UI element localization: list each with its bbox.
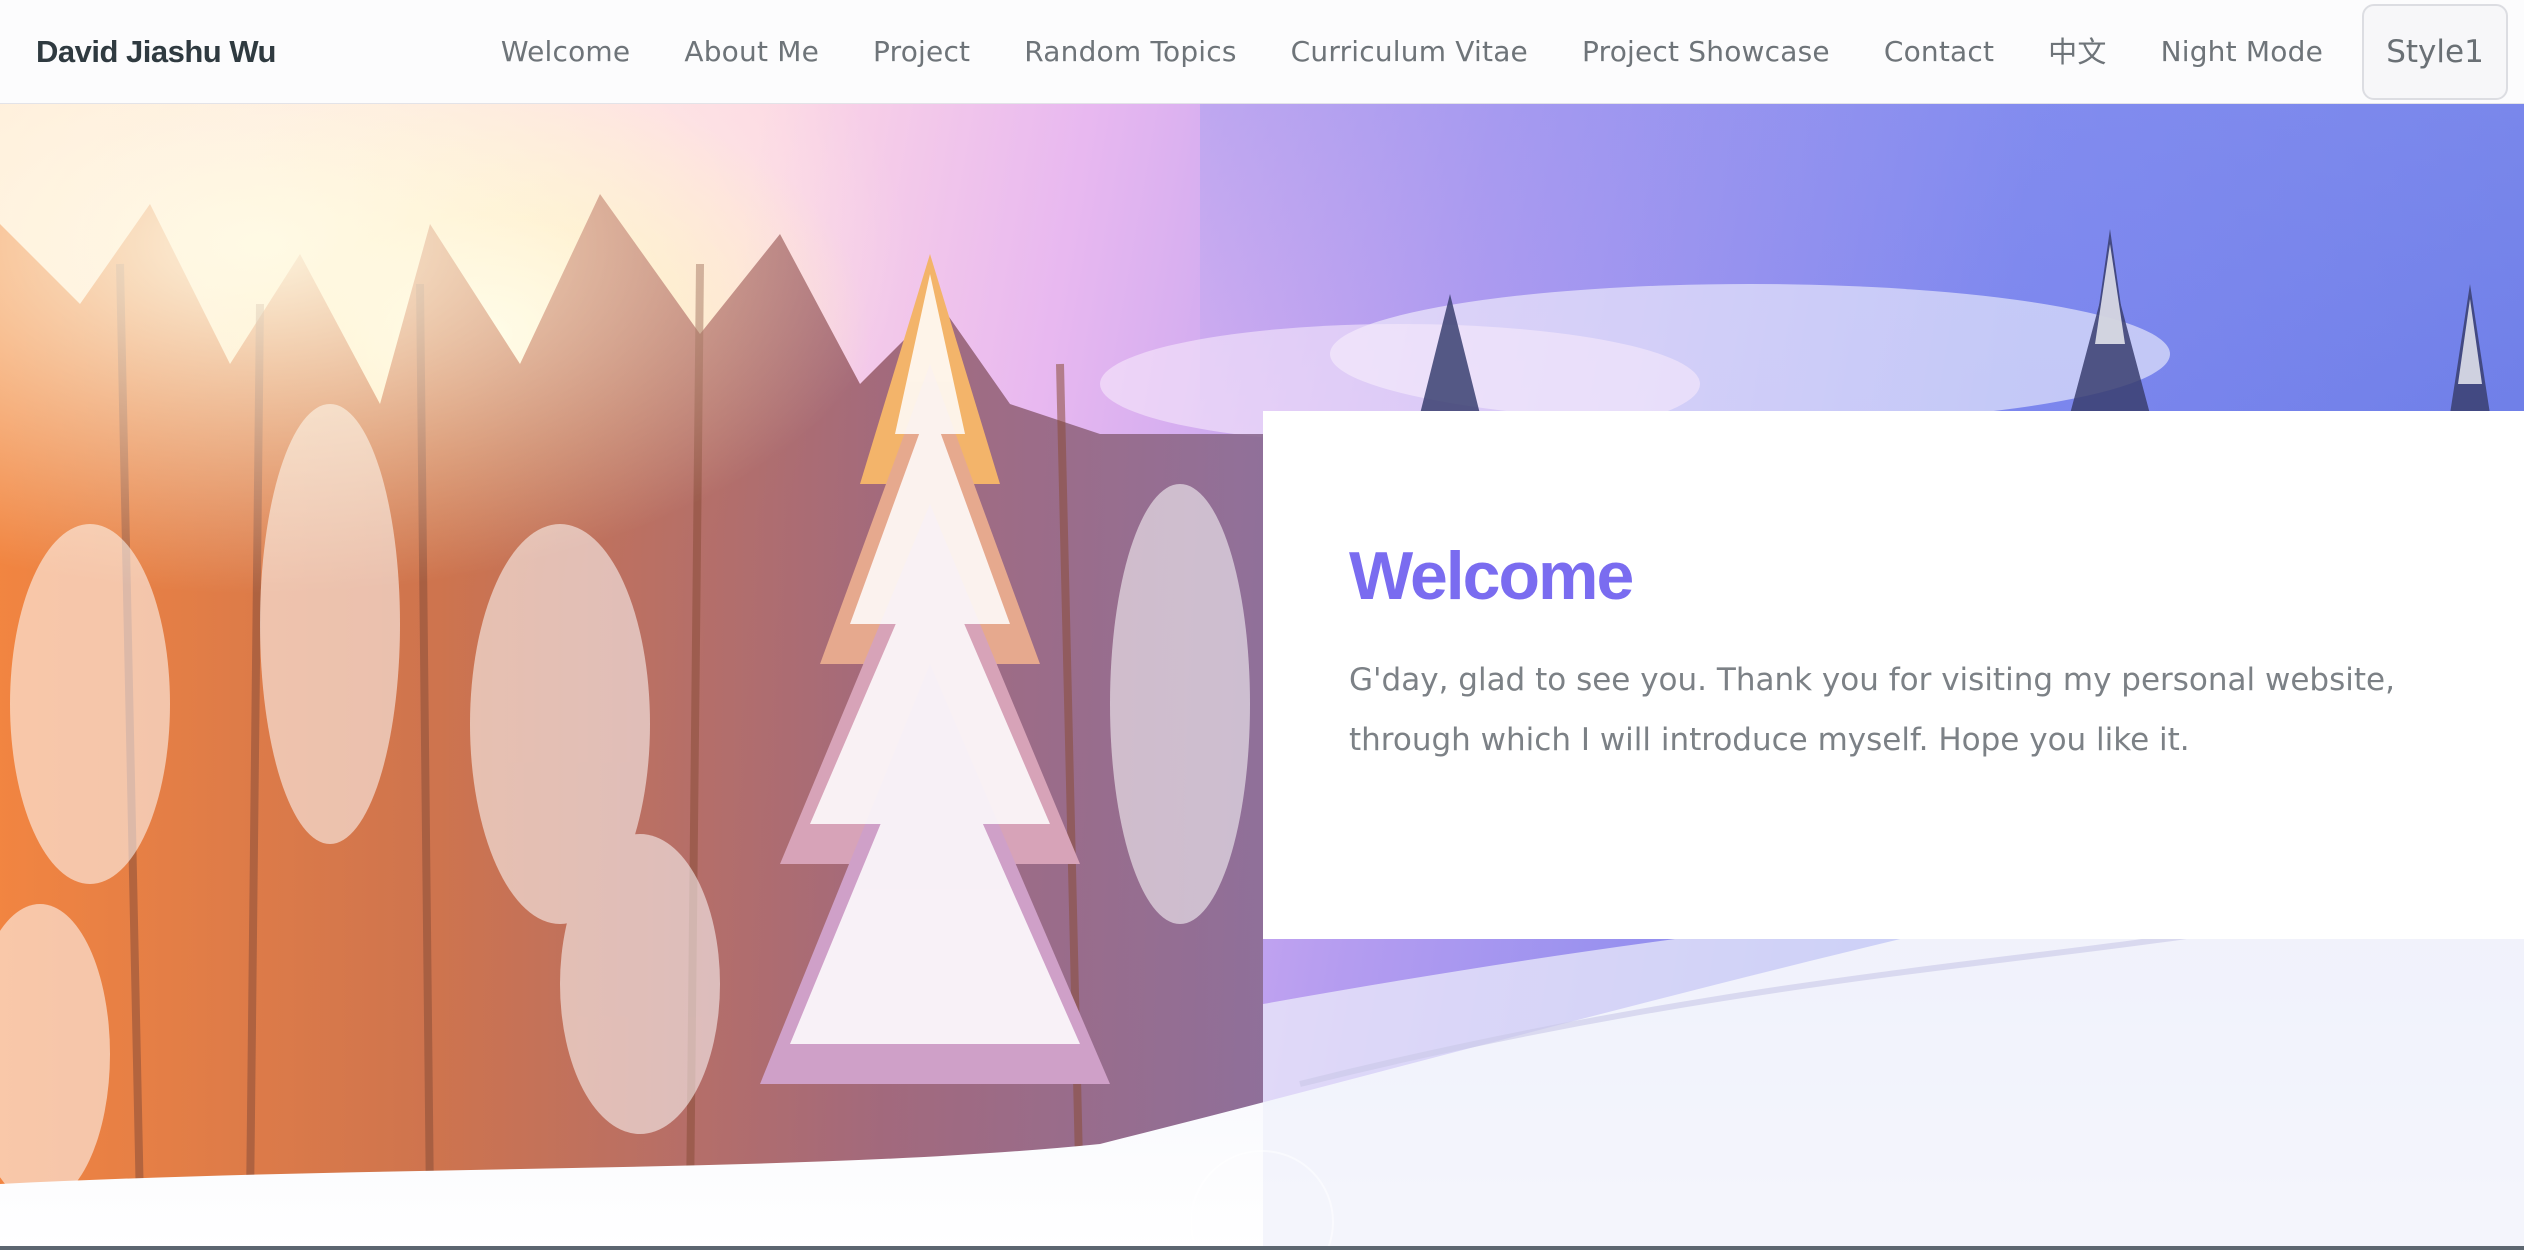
nav-item-about-me[interactable]: About Me: [657, 0, 846, 104]
nav-item-night-mode[interactable]: Night Mode: [2134, 0, 2350, 104]
page: David Jiashu Wu Welcome About Me Project…: [0, 0, 2524, 1250]
nav-item-contact[interactable]: Contact: [1857, 0, 2021, 104]
welcome-title: Welcome: [1349, 538, 1634, 614]
hero-section: Welcome G'day, glad to see you. Thank yo…: [0, 104, 2524, 1250]
nav-item-project[interactable]: Project: [846, 0, 997, 104]
nav-item-curriculum-vitae[interactable]: Curriculum Vitae: [1264, 0, 1555, 104]
welcome-card: Welcome G'day, glad to see you. Thank yo…: [1263, 411, 2524, 939]
top-navbar: David Jiashu Wu Welcome About Me Project…: [0, 0, 2524, 104]
site-brand[interactable]: David Jiashu Wu: [36, 0, 277, 104]
welcome-text: G'day, glad to see you. Thank you for vi…: [1349, 661, 2395, 758]
page-bottom-edge: [0, 1246, 2524, 1250]
style-switch-button[interactable]: Style1: [2362, 4, 2508, 100]
nav-item-project-showcase[interactable]: Project Showcase: [1555, 0, 1857, 104]
nav-item-welcome[interactable]: Welcome: [474, 0, 657, 104]
nav-item-random-topics[interactable]: Random Topics: [997, 0, 1263, 104]
nav-item-language-chinese[interactable]: 中文: [2021, 0, 2133, 104]
nav-menu: Welcome About Me Project Random Topics C…: [474, 0, 2508, 104]
